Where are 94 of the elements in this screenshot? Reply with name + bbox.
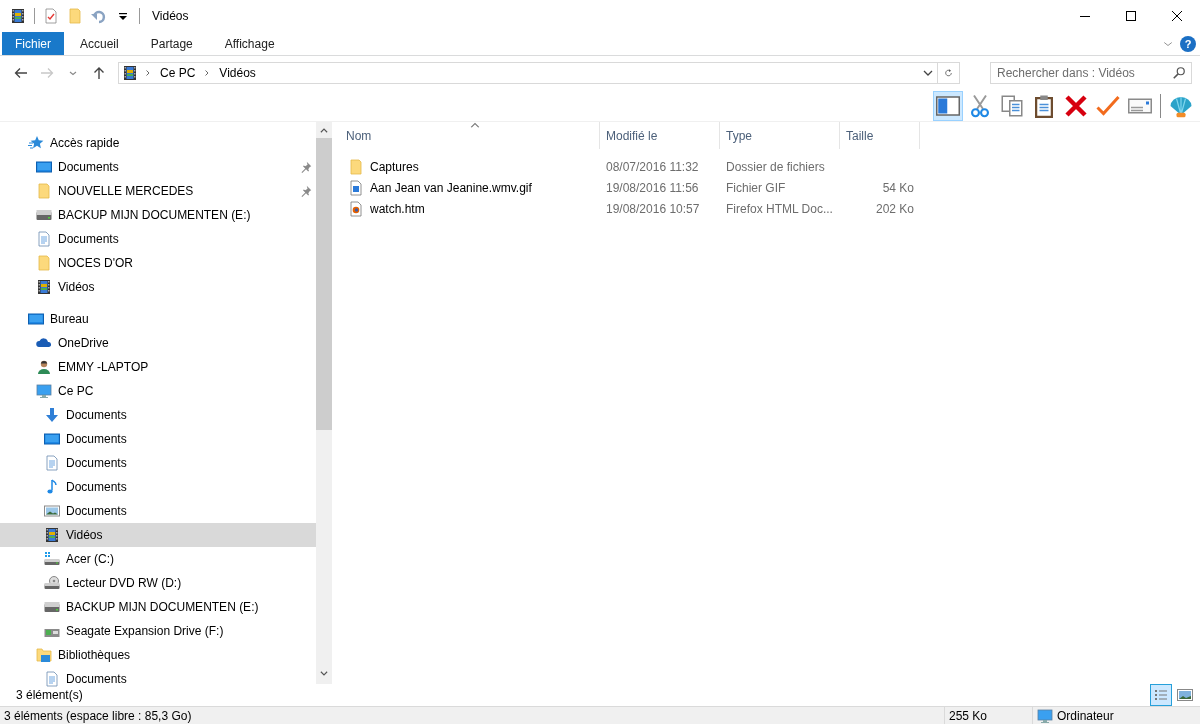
computer-icon <box>1037 707 1053 724</box>
scroll-thumb[interactable] <box>316 138 332 430</box>
sidebar-item[interactable]: Accès rapide <box>0 131 316 155</box>
left-arrow-icon <box>13 65 29 81</box>
chevron-icon <box>144 68 152 78</box>
sidebar-item[interactable]: Documents <box>0 499 316 523</box>
properties-icon[interactable] <box>43 8 59 24</box>
undo-icon[interactable] <box>91 8 107 24</box>
sidebar-item[interactable]: NOCES D'OR <box>0 251 316 275</box>
sidebar-item[interactable]: Documents <box>0 227 316 251</box>
column-header[interactable]: Type <box>720 122 840 149</box>
sidebar-item[interactable]: Bureau <box>0 307 316 331</box>
file-menu-tab[interactable]: Fichier <box>2 32 64 55</box>
down-arrow-icon <box>44 407 60 423</box>
column-header[interactable]: Nom <box>340 122 600 149</box>
table-cell-text: Firefox HTML Doc... <box>725 200 834 218</box>
table-cell-text: Dossier de fichiers <box>725 158 826 176</box>
person-icon <box>36 359 52 375</box>
folder-icon <box>36 183 52 199</box>
status-text: 3 éléments (espace libre : 85,3 Go) <box>3 707 193 724</box>
drive-icon <box>44 599 60 615</box>
maximize-icon <box>1123 8 1139 24</box>
scroll-down-icon[interactable] <box>319 668 329 678</box>
web-file-icon <box>348 200 364 217</box>
sidebar-item[interactable]: Vidéos <box>0 523 316 547</box>
drive-icon <box>44 551 60 567</box>
computer-icon <box>36 383 52 399</box>
search-field[interactable]: Rechercher dans : Vidéos <box>990 62 1192 84</box>
sidebar-item[interactable]: Bibliothèques <box>0 643 316 667</box>
table-cell-text: 54 Ko <box>881 179 915 197</box>
sidebar-item[interactable]: NOUVELLE MERCEDES <box>0 179 316 203</box>
film-icon <box>10 8 26 24</box>
sidebar-item[interactable]: EMMY -LAPTOP <box>0 355 316 379</box>
document-icon <box>44 671 60 687</box>
search-icon <box>1172 66 1186 80</box>
disc-drive-icon <box>44 575 60 591</box>
table-cell-text: 08/07/2016 11:32 <box>605 158 700 176</box>
sidebar-item[interactable]: Documents <box>0 451 316 475</box>
sidebar-item[interactable]: Ce PC <box>0 379 316 403</box>
sidebar-item[interactable]: Documents <box>0 427 316 451</box>
breadcrumb-item[interactable]: Vidéos <box>217 64 258 82</box>
monitor-icon <box>28 311 44 327</box>
table-cell-text: 202 Ko <box>874 200 915 218</box>
ribbon-tab[interactable]: Affichage <box>208 32 291 55</box>
help-button[interactable]: ? <box>1180 35 1196 52</box>
sidebar-item[interactable]: BACKUP MIJN DOCUMENTEN (E:) <box>0 203 316 227</box>
file-name[interactable]: watch.htm <box>340 199 600 218</box>
drive-icon <box>36 207 52 223</box>
sidebar-item[interactable]: BACKUP MIJN DOCUMENTEN (E:) <box>0 595 316 619</box>
details-view-button[interactable] <box>1150 684 1172 706</box>
large-icons-view-icon <box>1177 687 1193 703</box>
image-file-icon <box>348 179 364 196</box>
file-name[interactable]: Aan Jean van Jeanine.wmv.gif <box>340 178 600 197</box>
window-title: Vidéos <box>152 8 189 25</box>
table-cell-text: Fichier GIF <box>725 179 787 197</box>
document-icon <box>36 231 52 247</box>
column-header[interactable]: Taille <box>840 122 920 149</box>
ribbon-tab[interactable]: Accueil <box>64 32 135 55</box>
monitor-icon <box>36 159 52 175</box>
minimize-icon <box>1080 15 1090 17</box>
scrollbar[interactable] <box>316 122 332 684</box>
right-arrow-icon <box>39 65 55 81</box>
folder-icon <box>36 255 52 271</box>
table-cell-text: 19/08/2016 11:56 <box>605 179 700 197</box>
picture-icon <box>44 503 60 519</box>
sidebar-item[interactable]: Documents <box>0 155 316 179</box>
folder-icon <box>348 158 364 175</box>
sidebar-item[interactable]: Vidéos <box>0 275 316 299</box>
sidebar-item[interactable]: Lecteur DVD RW (D:) <box>0 571 316 595</box>
film-icon <box>36 279 52 295</box>
monitor-icon <box>44 431 60 447</box>
star-icon <box>28 135 44 151</box>
sidebar-item[interactable]: Acer (C:) <box>0 547 316 571</box>
film-icon <box>122 65 138 81</box>
address-bar[interactable]: Ce PC Vidéos <box>118 62 960 84</box>
file-name[interactable]: Captures <box>340 157 600 176</box>
breadcrumb-item[interactable]: Ce PC <box>158 64 198 82</box>
close-icon <box>1169 8 1185 24</box>
sidebar-item[interactable]: OneDrive <box>0 331 316 355</box>
scroll-up-icon[interactable] <box>319 126 329 136</box>
sidebar-item[interactable]: Seagate Expansion Drive (F:) <box>0 619 316 643</box>
document-icon <box>44 455 60 471</box>
library-folder-icon <box>36 647 52 663</box>
status-location: Ordinateur <box>1057 707 1114 724</box>
sidebar-item[interactable]: Documents <box>0 403 316 427</box>
sidebar-item[interactable]: Documents <box>0 475 316 499</box>
ribbon-tab[interactable]: Partage <box>134 32 209 55</box>
music-note-icon <box>44 479 60 495</box>
film-icon <box>44 527 60 543</box>
column-header[interactable]: Modifié le <box>600 122 720 149</box>
preview-pane-button[interactable] <box>933 90 963 121</box>
status-size: 255 Ko <box>944 706 1032 724</box>
details-view-icon <box>1153 687 1169 703</box>
table-cell-text: 19/08/2016 10:57 <box>605 200 701 218</box>
